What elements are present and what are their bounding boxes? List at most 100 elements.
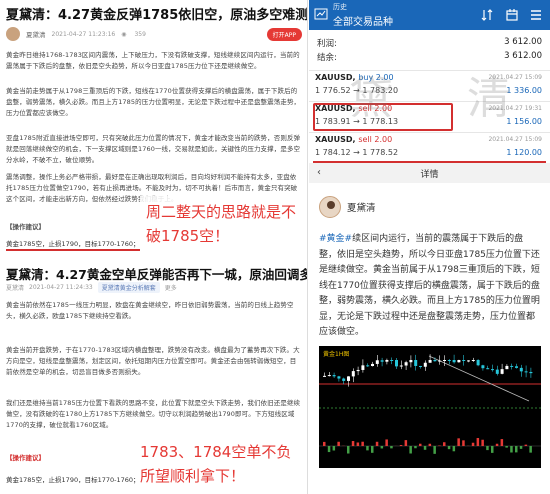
macd-bar [351,441,355,446]
candle-body [515,366,518,368]
macd-bar [399,445,403,446]
macd-bar [471,442,475,446]
open-app-button[interactable]: 打开APP [266,27,302,41]
candle-body [481,365,485,369]
macd-bar [361,441,364,446]
macd-bar [419,443,422,446]
calendar-icon[interactable] [505,8,519,22]
ops-label: 【操作建议】 [6,454,45,462]
macd-bar [452,446,456,452]
candle-body [371,363,374,367]
account-row: 结余: 3 612.00 [317,51,542,63]
candle-body [361,365,365,370]
screen-title[interactable]: 全部交易品种 [333,13,393,28]
order-side: sell 2.00 [358,135,393,144]
article-meta: 夏黛清 2021-04-27 11:23:16 ◉ 359 打开APP [6,26,302,42]
candle-body [443,360,446,361]
macd-bar [366,446,369,451]
author-avatar [6,27,20,41]
candle-body [395,360,398,367]
candle-body [519,367,523,372]
sort-icon[interactable] [480,8,494,22]
gold-price-chart-image: 黄金1H图 [319,346,541,468]
author-name: 夏黛清 [26,31,46,39]
account-row: 利润: 3 612.00 [317,37,542,49]
ops-text: 黄金1785空，止损1790，目标1770-1760； [6,238,140,251]
macd-bar [327,446,331,453]
macd-bar [443,442,446,446]
candle-body [375,360,379,364]
post-hashtag[interactable]: #黄金# [319,234,352,244]
post-text: 续区间内运行，当前的震荡属于下跌后的盘整，依旧是空头趋势，所以今日亚盘1785压… [319,234,540,337]
order-row[interactable]: XAUUSD, sell 2.00 1 783.91 → 1 778.13 20… [309,101,550,132]
candle-body [347,376,350,381]
app-top-bar: 历史 全部交易品种 [309,0,550,30]
article-paragraph: 黄金当前开盘跌势，于在1770-1783区域内横盘整理，跌势没有改变。横盘最为了… [6,346,300,376]
macd-bar [433,446,436,454]
annotation-note: 1783、1784空单不负所望顺利拿下！ [140,443,292,485]
candle-body [366,365,370,367]
article-paragraph: 黄金昨日维持1768-1783区间内震荡，上下破压力，下没有跌破支撑，短线继续区… [6,51,300,70]
order-symbol-line: XAUUSD, buy 2.00 [315,73,394,82]
column-tag[interactable]: 夏黛清黄金分析解套 [97,282,160,293]
order-symbol-line: XAUUSD, sell 2.00 [315,135,392,144]
candle-body [404,362,408,366]
candle-body [327,375,331,377]
candle-body [356,369,360,372]
macd-bar [529,446,532,453]
publish-datetime: 2021-04-27 11:23:16 [51,30,116,38]
candle-body [510,365,514,367]
chart-title: 黄金1H图 [323,351,350,358]
order-datetime: 2021.04.27 15:09 [488,74,542,81]
macd-bar [423,446,427,450]
candle-body [438,360,442,362]
order-datetime: 2021.04.27 19:31 [488,105,542,112]
candle-body [323,375,326,377]
candle-body [452,360,456,363]
macd-bar [356,442,360,446]
macd-bar [380,446,384,449]
author-name: 夏黛清 [6,285,25,292]
macd-bar [323,441,326,446]
macd-bar [347,446,350,454]
author-name: 夏黛清 [347,203,376,214]
macd-bar [332,446,336,451]
screen-subtitle: 历史 [333,3,347,11]
macd-bar [337,441,340,446]
macd-bar [500,439,504,446]
chart-history-icon[interactable] [314,7,328,21]
candle-body [428,360,432,363]
post-body: #黄金#续区间内运行，当前的震荡属于下跌后的盘整，依旧是空头趋势，所以今日亚盘1… [319,232,541,341]
order-prices: 1 784.12 → 1 778.52 [315,148,399,157]
candle-body [500,369,504,374]
macd-bar [414,446,417,449]
candle-body [351,371,355,377]
author-profile[interactable]: 夏黛清 [319,196,376,218]
account-label: 利润: [317,39,337,49]
candle-body [423,362,427,367]
more-link[interactable]: 更多 [165,283,177,292]
article-paragraph: 黄金当前走势属于从1798三重顶后的下跌，短线在1770位置获得支撑后的横盘震荡… [6,87,301,117]
account-label: 结余: [317,53,337,63]
order-prices: 1 783.91 → 1 778.13 [315,117,399,126]
chart-graphic [319,354,541,454]
macd-bar [409,446,412,454]
detail-title: 详情 [420,170,439,180]
candle-body [337,376,341,379]
annotation-note: 周二整天的思路就是不破1785空！ [146,203,297,245]
account-value: 3 612.00 [504,37,542,47]
candle-body [495,369,499,374]
ops-label: 【操作建议】 [6,223,45,231]
macd-bar [519,446,523,449]
candle-body [462,360,466,361]
order-row[interactable]: XAUUSD, buy 2.00 1 776.52 → 1 783.20 202… [309,70,550,101]
article-meta-2: 夏黛清 2021-04-27 11:24:33 夏黛清黄金分析解套 更多 [6,282,177,293]
candle-body [399,365,403,367]
macd-bar [481,439,484,446]
order-side: sell 2.00 [358,104,393,113]
list-icon[interactable] [529,8,543,22]
macd-bar [495,443,499,446]
candle-body [409,360,413,363]
article-paragraph: 我们还是维持当前1785压力位置下看跌的思路不变，此位置下就是空头下跌走势，我们… [6,399,301,429]
order-row[interactable]: XAUUSD, sell 2.00 1 784.12 → 1 778.52 20… [309,132,550,163]
